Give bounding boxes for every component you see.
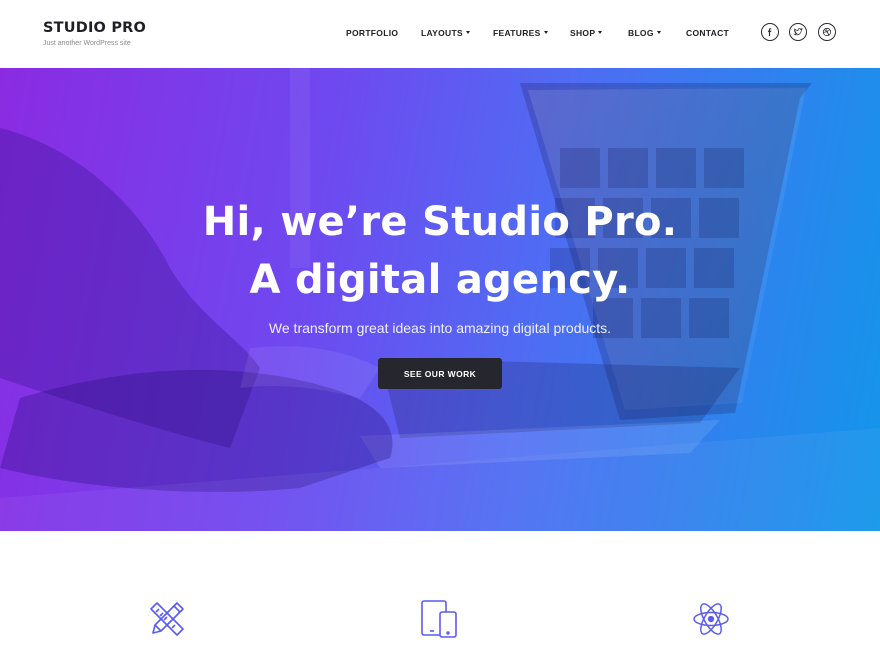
- hero-title-line-1: Hi, we’re Studio Pro.: [202, 199, 678, 245]
- caret-down-icon: [465, 31, 470, 35]
- nav-item-blog[interactable]: BLOG: [628, 28, 661, 39]
- site-header: STUDIO PRO Just another WordPress site P…: [0, 0, 880, 68]
- hero-title-line-2: A digital agency.: [249, 257, 631, 303]
- dribbble-link[interactable]: [818, 23, 836, 41]
- devices-icon: [421, 600, 457, 638]
- nav-item-label: LAYOUTS: [421, 28, 463, 38]
- caret-down-icon: [656, 31, 661, 35]
- caret-down-icon: [598, 31, 603, 35]
- pencil-ruler-icon: [150, 602, 184, 636]
- nav-item-features[interactable]: FEATURES: [493, 28, 548, 39]
- caret-down-icon: [543, 31, 548, 35]
- main-navigation: PORTFOLIO LAYOUTS FEATURES SHOP BLOG CON…: [0, 28, 880, 40]
- nav-item-label: BLOG: [628, 28, 654, 38]
- nav-item-label: CONTACT: [686, 28, 730, 38]
- dribbble-icon: [822, 27, 832, 37]
- twitter-icon: [793, 27, 803, 36]
- facebook-icon: [768, 28, 772, 36]
- nav-item-label: FEATURES: [493, 28, 541, 38]
- nav-item-portfolio[interactable]: PORTFOLIO: [346, 28, 398, 39]
- twitter-link[interactable]: [789, 23, 807, 41]
- nav-item-label: PORTFOLIO: [346, 28, 399, 38]
- site-tagline: Just another WordPress site: [43, 40, 131, 47]
- nav-item-layouts[interactable]: LAYOUTS: [421, 28, 470, 39]
- nav-item-label: SHOP: [570, 28, 596, 38]
- nav-item-shop[interactable]: SHOP: [570, 28, 603, 39]
- hero-subtitle: We transform great ideas into amazing di…: [268, 320, 612, 336]
- hero-section: Hi, we’re Studio Pro. A digital agency. …: [0, 68, 880, 531]
- nav-item-contact[interactable]: CONTACT: [686, 28, 729, 39]
- facebook-link[interactable]: [761, 23, 779, 41]
- atom-icon: [693, 603, 729, 635]
- see-our-work-button[interactable]: SEE OUR WORK: [378, 358, 502, 389]
